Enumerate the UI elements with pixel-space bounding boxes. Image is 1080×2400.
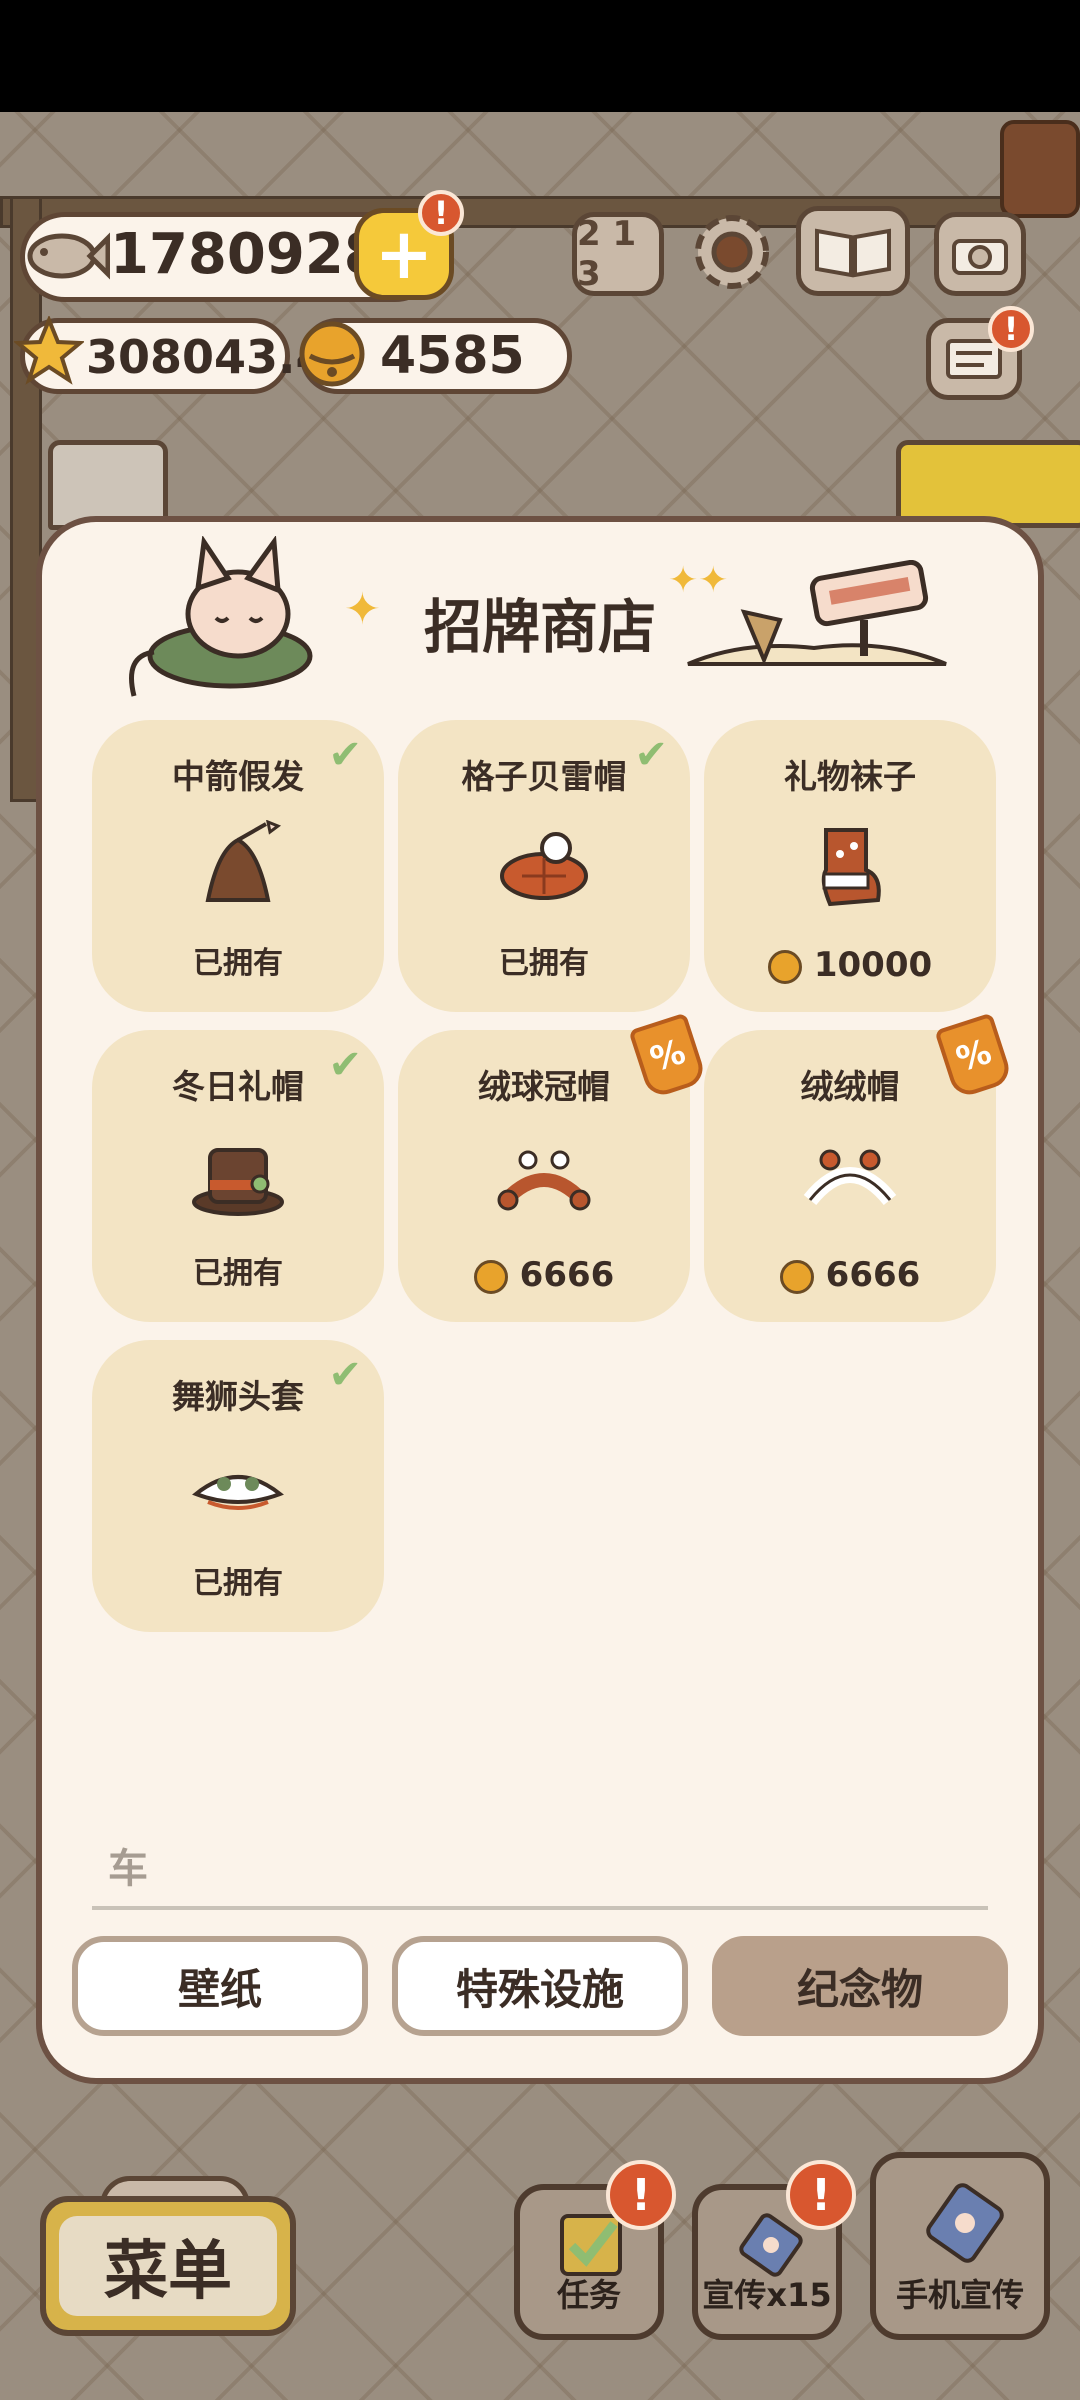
item-name: 礼物袜子 <box>784 757 916 796</box>
tab-souvenirs[interactable]: 纪念物 <box>712 1936 1008 2036</box>
tasks-alert-icon: ! <box>606 2160 676 2230</box>
tab-wallpaper[interactable]: 壁纸 <box>72 1936 368 2036</box>
book-icon[interactable] <box>796 206 910 296</box>
item-price: 6666 <box>398 1255 690 1295</box>
promo-label: 宣传x15 <box>702 2276 832 2314</box>
paint-roller-illustration <box>684 559 954 676</box>
pompom-crown-icon <box>494 1130 594 1220</box>
star-icon <box>12 314 86 386</box>
shop-item-card[interactable]: 绒球冠帽 % 6666 <box>398 1012 708 1322</box>
promo-alert-icon: ! <box>786 2160 856 2230</box>
newspaper-alert-icon: ! <box>988 306 1034 352</box>
owned-check-icon: ✔ <box>634 732 668 778</box>
shop-item-card[interactable]: 中箭假发 ✔ 已拥有 <box>92 720 384 1012</box>
shop-item-card[interactable]: 冬日礼帽 ✔ 已拥有 <box>92 1030 384 1322</box>
phone-promo-button[interactable]: 手机宣传 <box>870 2152 1050 2340</box>
alert-icon: ! <box>418 190 464 236</box>
bell-icon <box>296 316 372 392</box>
camera-icon[interactable] <box>934 212 1026 296</box>
price-value: 10000 <box>813 945 933 985</box>
shop-item-card[interactable]: 绒绒帽 % 6666 <box>704 1012 1014 1322</box>
shop-item-card[interactable]: 礼物袜子 10000 <box>704 720 996 1012</box>
item-status: 已拥有 <box>193 1256 283 1291</box>
tasks-label: 任务 <box>556 2276 621 2314</box>
phone-promo-label: 手机宣传 <box>895 2276 1024 2314</box>
winter-top-hat-icon <box>188 1130 288 1220</box>
menu-button[interactable]: 菜单 <box>40 2196 296 2336</box>
plaid-beret-icon <box>494 820 594 910</box>
tab-special-facilities[interactable]: 特殊设施 <box>392 1936 688 2036</box>
shop-item-card[interactable]: 格子贝雷帽 ✔ 已拥有 <box>398 720 690 1012</box>
shop-item-card[interactable]: 舞狮头套 ✔ 已拥有 <box>92 1340 384 1632</box>
arrow-wig-icon <box>188 819 288 910</box>
search-input[interactable] <box>92 1836 988 1902</box>
gift-sock-icon <box>800 820 900 910</box>
lion-sign <box>896 440 1080 528</box>
search-bar <box>92 1836 988 1910</box>
owned-check-icon: ✔ <box>328 1352 362 1398</box>
bell-icon <box>473 1259 508 1294</box>
price-value: 6666 <box>825 1255 921 1295</box>
owned-check-icon: ✔ <box>328 1042 362 1088</box>
price-value: 6666 <box>519 1255 615 1295</box>
fish-icon <box>20 218 111 294</box>
leaderboard-icon[interactable]: 2 1 3 <box>572 212 664 296</box>
bell-icon <box>779 1259 814 1294</box>
item-price: 10000 <box>704 945 996 985</box>
status-bar <box>0 0 1080 112</box>
fluffy-hat-icon <box>800 1130 900 1220</box>
hanging-decoration <box>1000 120 1080 218</box>
menu-label: 菜单 <box>59 2216 277 2316</box>
lion-dance-headgear-icon <box>188 1440 288 1530</box>
item-price: 6666 <box>704 1255 996 1295</box>
bell-icon <box>767 949 802 984</box>
bell-amount: 4585 <box>380 326 525 386</box>
item-status: 已拥有 <box>499 946 589 981</box>
owned-check-icon: ✔ <box>328 732 362 778</box>
star-amount: 308043.4 <box>86 330 328 384</box>
gear-icon[interactable] <box>686 206 778 298</box>
item-status: 已拥有 <box>193 1566 283 1601</box>
item-status: 已拥有 <box>193 946 283 981</box>
